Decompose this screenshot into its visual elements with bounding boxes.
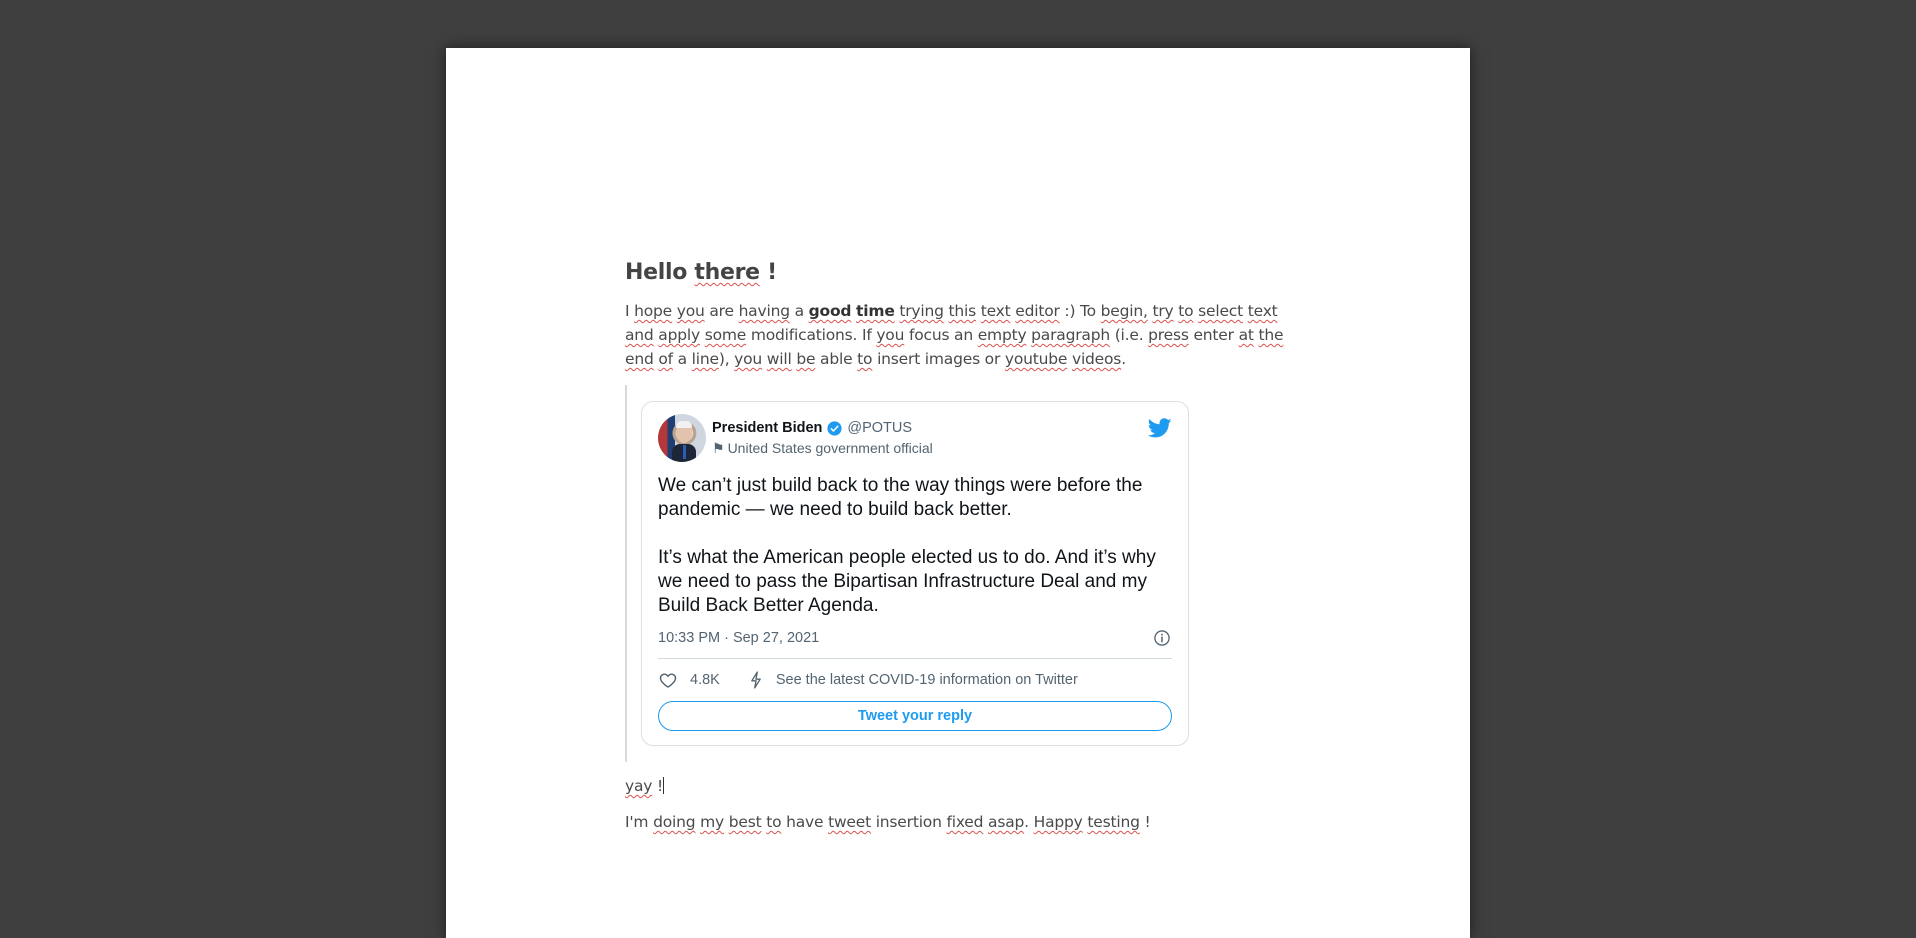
text-word: trying [899, 302, 944, 320]
text-word: youtube [1004, 350, 1068, 368]
text-word: press [1148, 326, 1189, 344]
bold-text: good [808, 302, 852, 320]
text-word: (i.e. [1114, 326, 1144, 344]
text-word: insert images or [877, 350, 1001, 368]
text-word: select [1198, 302, 1244, 320]
text-word: tweet [828, 813, 871, 831]
text-word: text [1247, 302, 1278, 320]
like-count: 4.8K [690, 672, 720, 688]
lightning-icon [751, 671, 761, 689]
tweet-card[interactable]: President Biden @POTUS ⚑ United States g… [641, 401, 1189, 746]
intro-paragraph[interactable]: I hope you are having a good time trying… [625, 299, 1295, 371]
text-word: . [1024, 813, 1029, 831]
text-word: having [738, 302, 790, 320]
text-word: videos [1071, 350, 1122, 368]
text-word: yay [625, 777, 653, 795]
text-word: insertion [875, 813, 942, 831]
text-word: have [786, 813, 824, 831]
text-word: ! [1144, 813, 1151, 831]
text-word: begin, [1100, 302, 1148, 320]
text-word: are [709, 302, 734, 320]
text-word: to [857, 350, 873, 368]
text-word: a [794, 302, 805, 320]
tweet-header: President Biden @POTUS ⚑ United States g… [658, 414, 1172, 462]
text-word: best [728, 813, 762, 831]
text-word: modifications. If [750, 326, 872, 344]
text-word: hope [634, 302, 672, 320]
text-word: I'm [625, 813, 649, 831]
heading-word: Hello [625, 260, 688, 285]
text-word: enter [1193, 326, 1234, 344]
text-word: to [766, 813, 782, 831]
text-word: asap [988, 813, 1025, 831]
text-word: at [1238, 326, 1254, 344]
text-word: try [1152, 302, 1174, 320]
tweet-actions: 4.8K See the latest COVID-19 information… [658, 669, 1172, 691]
tweet-text-paragraph: It’s what the American people elected us… [658, 547, 1156, 616]
text-word: my [700, 813, 724, 831]
text-word: text [980, 302, 1011, 320]
text-word: paragraph [1031, 326, 1110, 344]
closing-paragraph[interactable]: I'm doing my best to have tweet insertio… [625, 810, 1295, 834]
embedded-tweet-block[interactable]: President Biden @POTUS ⚑ United States g… [625, 385, 1295, 762]
text-word: of [658, 350, 673, 368]
covid-info-link[interactable]: See the latest COVID-19 information on T… [720, 670, 1078, 690]
text-word: this [948, 302, 977, 320]
text-word: you [876, 326, 905, 344]
text-word: you [734, 350, 763, 368]
verified-badge-icon [827, 420, 842, 436]
text-word: focus an [908, 326, 973, 344]
text-word: you [676, 302, 705, 320]
text-word: fixed [946, 813, 984, 831]
tweet-text-paragraph: We can’t just build back to the way thin… [658, 475, 1143, 520]
text-word: empty [977, 326, 1027, 344]
info-icon[interactable] [1152, 628, 1172, 648]
text-word: apply [658, 326, 700, 344]
heading-word: there [694, 260, 760, 285]
tweet-body: We can’t just build back to the way thin… [658, 474, 1172, 618]
heart-icon [659, 673, 677, 688]
text-word: to [1178, 302, 1194, 320]
text-word: will [766, 350, 792, 368]
bold-text: time [856, 302, 895, 320]
text-word: I [625, 302, 630, 320]
tweet-timestamp[interactable]: 10:33 PM · Sep 27, 2021 [658, 630, 819, 646]
government-label[interactable]: United States government official [728, 440, 933, 456]
document-heading[interactable]: Hello there ! [625, 260, 1295, 285]
text-word: some [704, 326, 747, 344]
twitter-bird-icon[interactable] [1148, 416, 1172, 440]
text-word: be [796, 350, 816, 368]
text-word: :) To [1064, 302, 1096, 320]
text-word: line [691, 350, 719, 368]
text-word: ), [718, 350, 730, 368]
text-word: and [625, 326, 654, 344]
text-word: the [1258, 326, 1284, 344]
heading-word: ! [767, 260, 777, 285]
like-button[interactable]: 4.8K [658, 670, 720, 690]
document-page: Hello there ! I hope you are having a go… [446, 48, 1470, 938]
text-word: able [820, 350, 853, 368]
tweet-author-name[interactable]: President Biden [712, 420, 822, 436]
yay-paragraph[interactable]: yay ! [625, 774, 1295, 798]
text-word: editor [1015, 302, 1060, 320]
editor-content[interactable]: Hello there ! I hope you are having a go… [625, 208, 1295, 834]
tweet-reply-button[interactable]: Tweet your reply [658, 701, 1172, 731]
text-word: . [1121, 350, 1126, 368]
text-word: end [625, 350, 654, 368]
flag-icon: ⚑ [712, 439, 725, 456]
text-word: a [677, 350, 688, 368]
tweet-meta: 10:33 PM · Sep 27, 2021 [658, 628, 1172, 659]
covid-info-text: See the latest COVID-19 information on T… [775, 672, 1078, 688]
text-word: doing [653, 813, 696, 831]
avatar[interactable] [658, 414, 706, 462]
text-word: Happy [1033, 813, 1083, 831]
text-cursor [663, 777, 664, 794]
tweet-handle[interactable]: @POTUS [847, 420, 912, 436]
text-word: testing [1087, 813, 1140, 831]
